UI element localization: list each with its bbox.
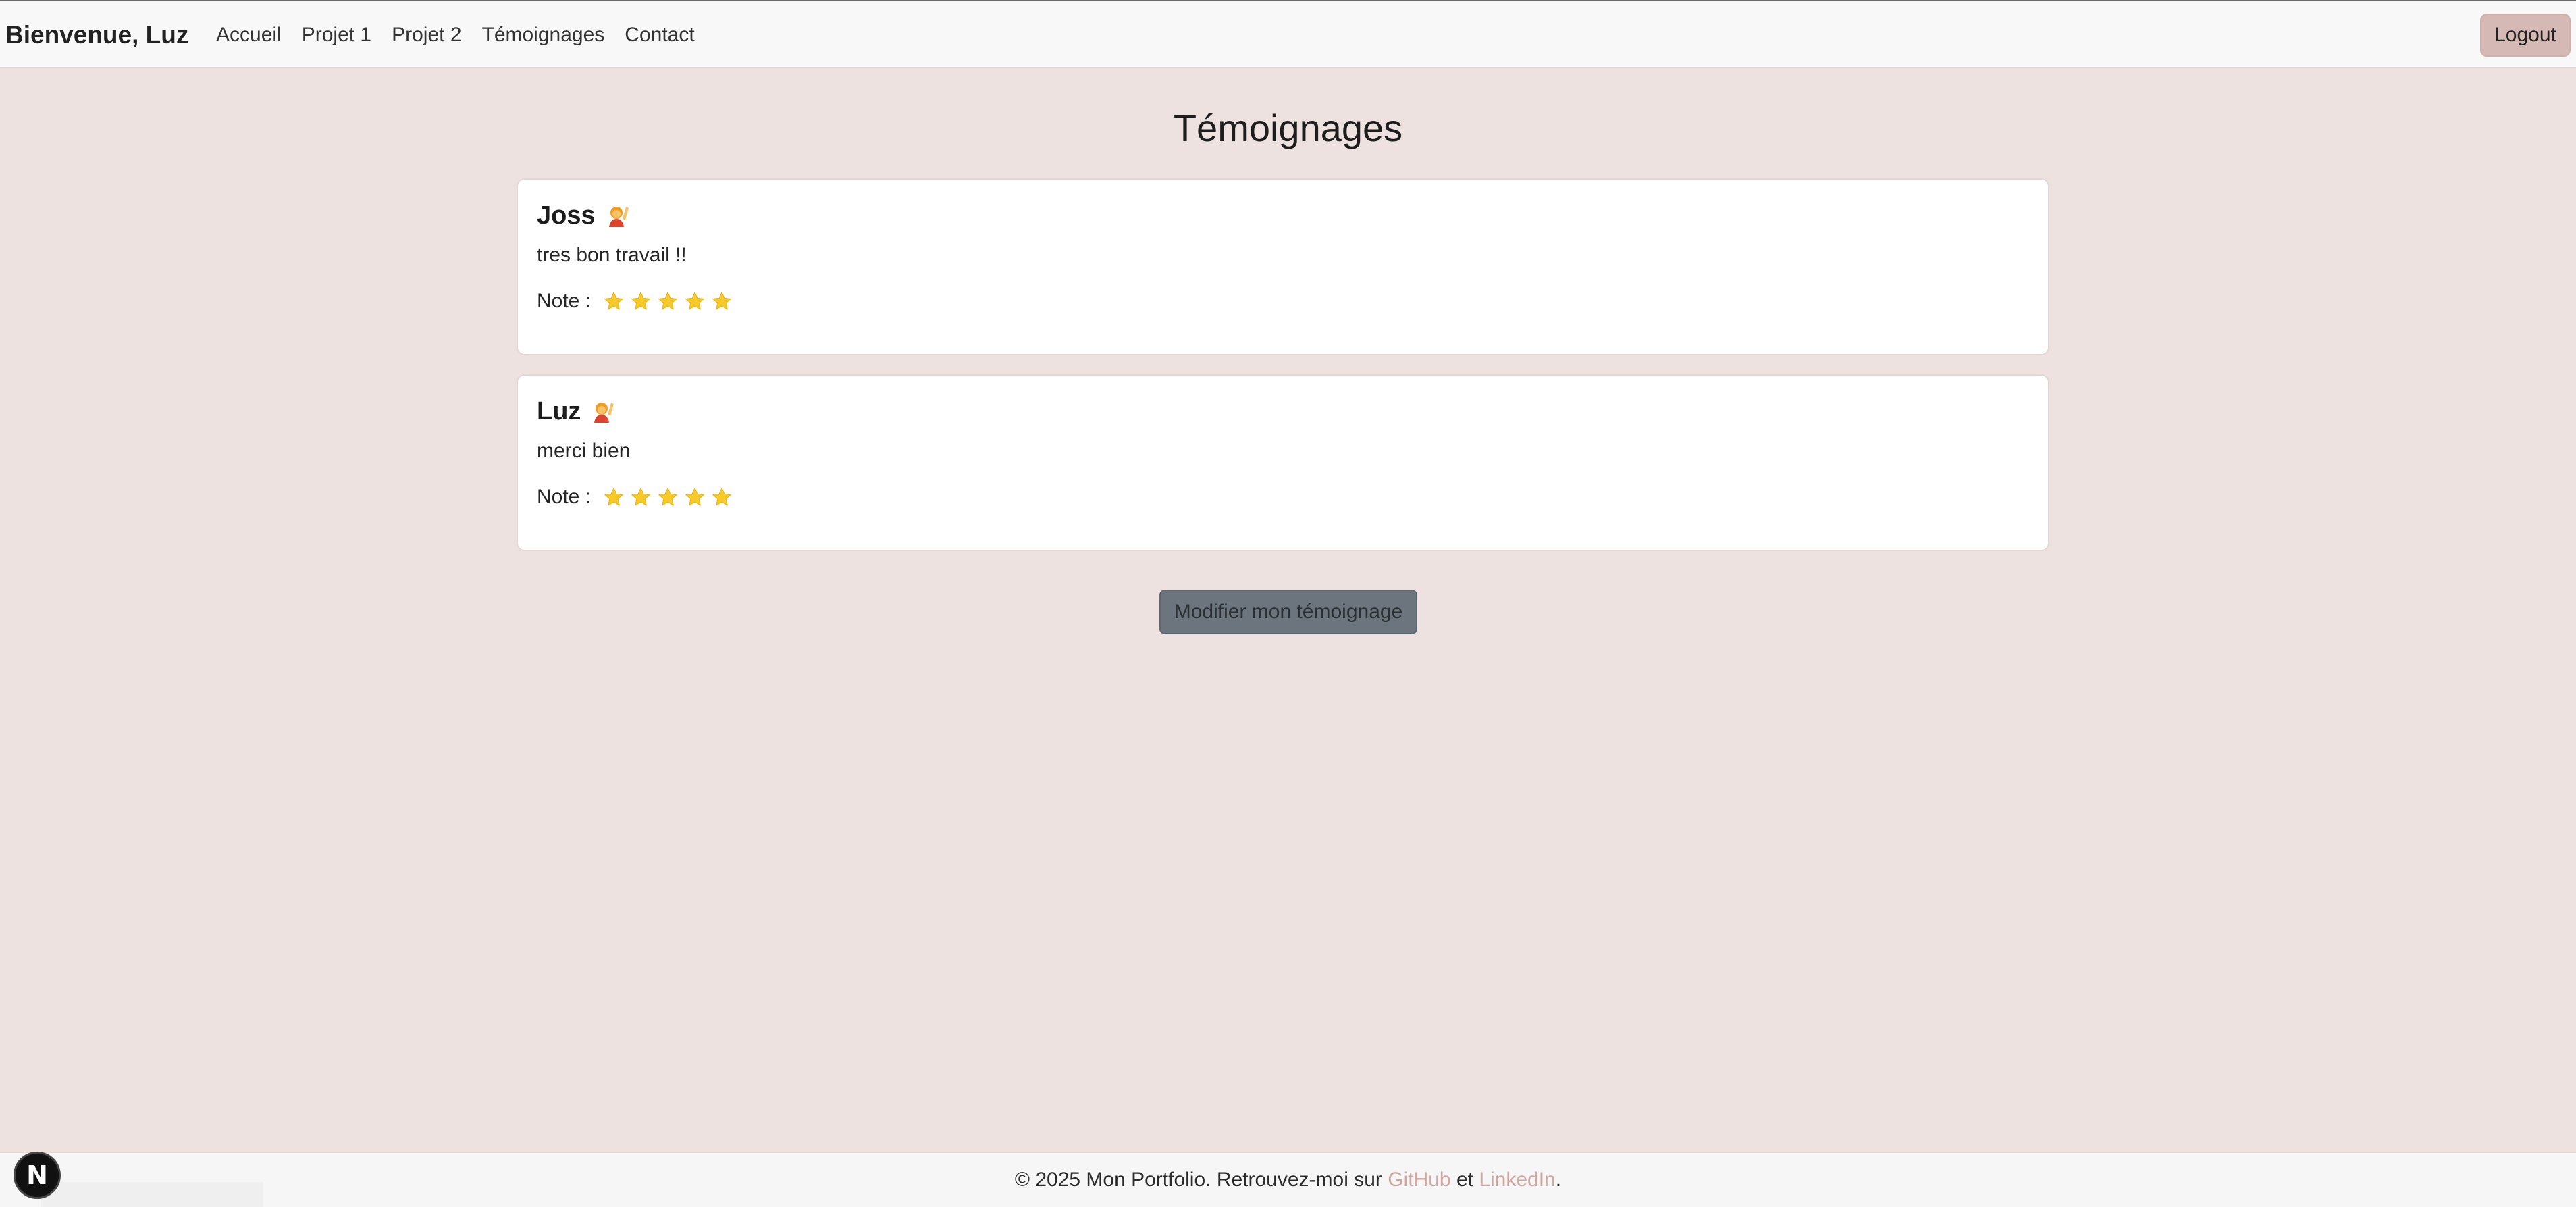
nav-link-accueil[interactable]: Accueil	[216, 22, 282, 49]
testimonial-rating: Note :	[537, 288, 733, 315]
star-icon	[712, 292, 731, 310]
testimonial-message: tres bon travail !!	[537, 244, 687, 266]
note-label: Note :	[537, 290, 592, 312]
testimonial-header: Joss	[537, 199, 631, 232]
star-icon	[685, 488, 704, 506]
footer-period: .	[1555, 1169, 1562, 1191]
star-icon	[604, 292, 623, 310]
nav-link-contact[interactable]: Contact	[625, 22, 694, 49]
testimonial-card: Joss tres bon travail !! Note :	[517, 178, 2049, 355]
star-icon	[658, 292, 677, 310]
footer-copyright: © 2025 Mon Portfolio. Retrouvez-moi sur	[1014, 1169, 1388, 1191]
page: Bienvenue, Luz Accueil Projet 1 Projet 2…	[0, 0, 2576, 1207]
footer-text: © 2025 Mon Portfolio. Retrouvez-moi sur …	[0, 1166, 2576, 1193]
nav-links: Accueil Projet 1 Projet 2 Témoignages Co…	[216, 22, 715, 49]
logout-button[interactable]: Logout	[2480, 14, 2571, 57]
nav-link-projet-2[interactable]: Projet 2	[392, 22, 461, 49]
nav-link-projet-1[interactable]: Projet 1	[302, 22, 371, 49]
testimonial-rating: Note :	[537, 484, 733, 511]
note-label: Note :	[537, 486, 592, 508]
nextjs-glyph: N	[26, 1160, 48, 1190]
testimonial-author: Joss	[537, 201, 596, 230]
nav-link-temoignages[interactable]: Témoignages	[482, 22, 605, 49]
person-raising-hand-icon	[605, 203, 631, 228]
star-icon	[631, 488, 650, 506]
nextjs-icon[interactable]: N	[14, 1152, 61, 1199]
navbar: Bienvenue, Luz Accueil Projet 1 Projet 2…	[0, 0, 2576, 68]
footer-conjunction: et	[1450, 1169, 1479, 1191]
github-link[interactable]: GitHub	[1388, 1169, 1450, 1191]
person-raising-hand-icon	[590, 399, 616, 424]
star-icon	[604, 488, 623, 506]
star-icon	[685, 292, 704, 310]
linkedin-link[interactable]: LinkedIn	[1479, 1169, 1555, 1191]
navbar-brand[interactable]: Bienvenue, Luz	[5, 20, 188, 51]
star-icon	[658, 488, 677, 506]
edit-testimonial-button[interactable]: Modifier mon témoignage	[1159, 590, 1417, 634]
testimonial-header: Luz	[537, 394, 616, 428]
testimonial-card: Luz merci bien Note :	[517, 374, 2049, 551]
footer: © 2025 Mon Portfolio. Retrouvez-moi sur …	[0, 1152, 2576, 1207]
page-title: Témoignages	[1173, 107, 1403, 149]
dev-indicator-bar	[41, 1182, 263, 1207]
testimonial-message: merci bien	[537, 440, 631, 462]
testimonial-author: Luz	[537, 397, 581, 426]
star-icon	[712, 488, 731, 506]
star-icon	[631, 292, 650, 310]
